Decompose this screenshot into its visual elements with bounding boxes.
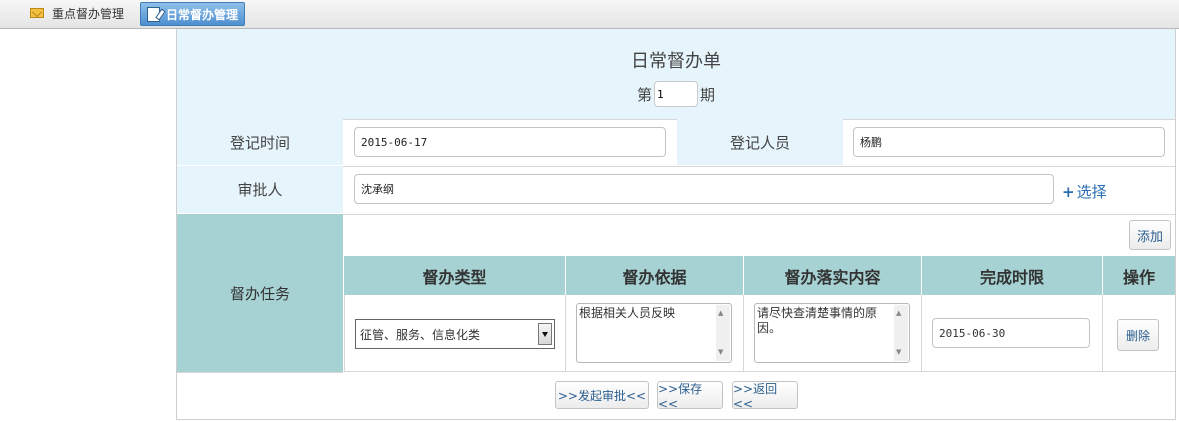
deadline-cell: 2015-06-30 [922,295,1103,372]
type-select[interactable]: 征管、服务、信息化类 [355,319,555,349]
form-title: 日常督办单 [631,51,721,72]
tab-label: 日常督办管理 [166,7,239,22]
issue-prefix: 第 [636,85,652,104]
column-header-basis: 督办依据 [566,256,744,295]
approver-label: 审批人 [177,166,343,213]
edit-icon [147,6,160,22]
registrar-label: 登记人员 [677,119,843,165]
issue-input[interactable] [654,81,698,107]
add-button[interactable]: 添加 [1129,220,1171,250]
issue-suffix: 期 [700,85,716,104]
action-cell: 删除 [1103,295,1175,372]
approver-row: 审批人 [177,166,1175,215]
basis-cell: 根据相关人员反映 [566,295,744,372]
tab-daily-supervision[interactable]: 日常督办管理 [140,2,246,26]
basis-textarea[interactable]: 根据相关人员反映 [576,303,732,363]
column-header-deadline: 完成时限 [922,256,1103,295]
scrollbar[interactable] [894,305,908,361]
submit-approval-button[interactable]: >>发起审批<< [555,381,649,409]
tab-bar: 重点督办管理 日常督办管理 [0,0,1179,29]
deadline-input[interactable]: 2015-06-30 [932,318,1090,348]
approver-input[interactable] [354,174,1054,204]
chevron-down-icon[interactable] [538,323,552,345]
column-header-type: 督办类型 [344,256,566,295]
form-header: 日常督办单 第 期 [177,29,1175,120]
task-label: 督办任务 [177,214,343,373]
column-header-action: 操作 [1122,267,1155,287]
choose-label: 选择 [1076,183,1107,201]
tab-label: 重点督办管理 [52,6,125,21]
task-table-header: 督办类型 督办依据 督办落实内容 完成时限 操作 [344,256,1175,295]
content-text: 请尽快查清楚事情的原因。 [757,306,878,335]
issue-number: 第 期 [177,81,1175,107]
tab-key-supervision[interactable]: 重点督办管理 [30,2,124,24]
mail-icon [30,8,44,18]
content-textarea[interactable]: 请尽快查清楚事情的原因。 [754,303,910,363]
register-row: 登记时间 登记人员 [177,119,1175,167]
supervision-form: 日常督办单 第 期 登记时间 登记人员 审批人 + 选择 督办任务 添加 督办类… [176,29,1176,420]
choose-link[interactable]: + 选择 [1062,181,1107,202]
scrollbar[interactable] [716,305,730,361]
table-row: 征管、服务、信息化类 [344,295,566,372]
register-time-label: 登记时间 [177,119,343,165]
back-button[interactable]: >>返回<< [732,381,798,411]
column-header-content: 督办落实内容 [744,256,922,295]
plus-icon: + [1062,182,1075,201]
registrar-input[interactable] [853,127,1165,157]
delete-button[interactable]: 删除 [1117,319,1159,351]
register-time-input[interactable] [354,127,666,157]
type-select-value: 征管、服务、信息化类 [360,327,481,342]
basis-text: 根据相关人员反映 [579,306,676,320]
content-cell: 请尽快查清楚事情的原因。 [744,295,922,372]
save-button[interactable]: >>保存<< [657,381,723,411]
